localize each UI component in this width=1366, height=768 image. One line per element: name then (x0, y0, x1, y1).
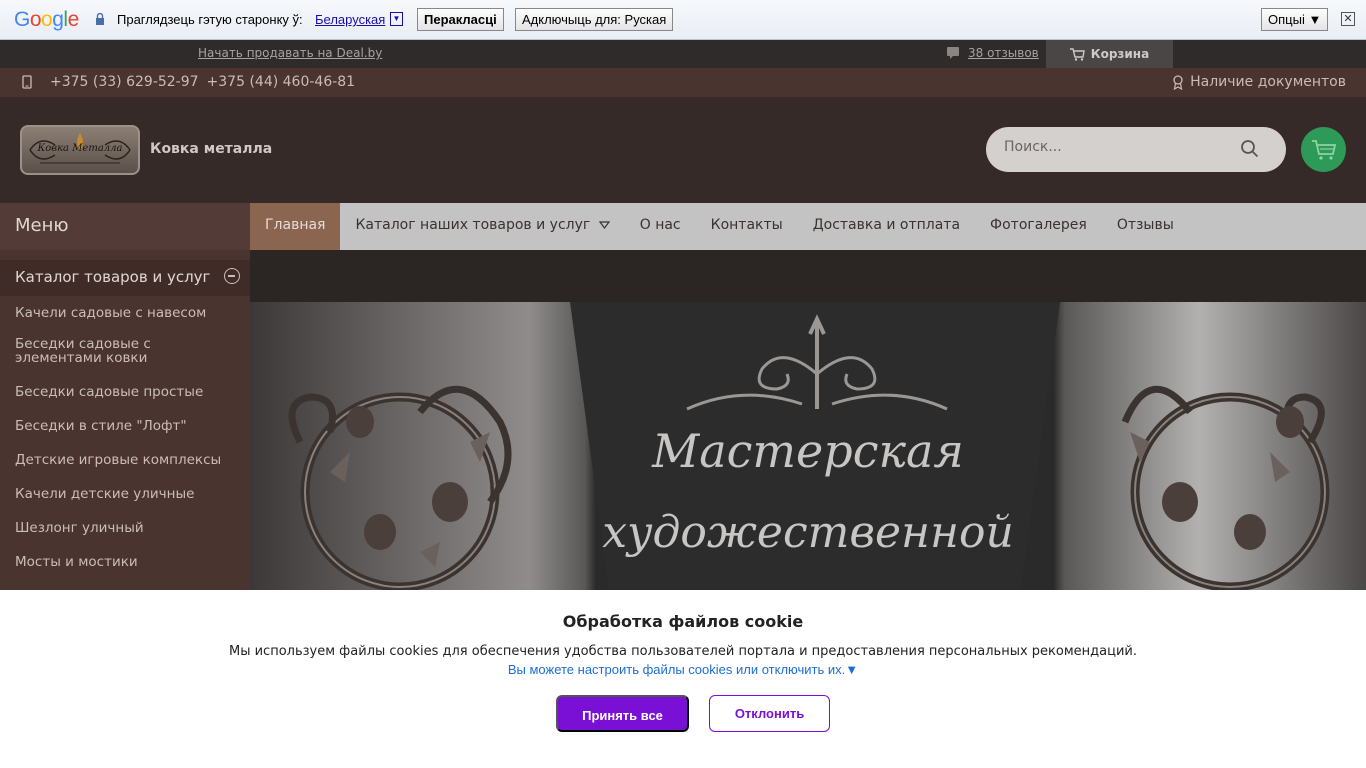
close-icon[interactable]: ✕ (1341, 12, 1355, 26)
start-selling-link[interactable]: Начать продавать на Deal.by (198, 46, 382, 60)
nav-gallery[interactable]: Фотогалерея (975, 203, 1102, 250)
search-box (986, 127, 1286, 172)
cookie-title: Обработка файлов cookie (562, 612, 804, 631)
hero-banner: Мастерская художественной (250, 302, 1366, 590)
cart-icon (1069, 47, 1085, 61)
collapse-icon[interactable] (224, 268, 240, 284)
chevron-down-icon (598, 221, 610, 229)
cookie-banner: Обработка файлов cookie Мы используем фа… (0, 590, 1366, 768)
site-logo[interactable]: Ковка Металла (20, 125, 140, 175)
cookie-description: Мы используем файлы cookies для обеспече… (228, 644, 1137, 659)
sidebar-item[interactable]: Беседки садовые с элементами ковки (0, 329, 180, 373)
cookie-settings-link[interactable]: Вы можете настроить файлы cookies или от… (0, 662, 1366, 677)
sidebar-item[interactable]: Качели садовые с навесом (0, 296, 250, 329)
search-icon[interactable] (1240, 139, 1260, 159)
translate-bar: Google Праглядзець гэтую старонку ў: Бел… (0, 0, 1366, 40)
contact-strip: +375 (33) 629-52-97 +375 (44) 460-46-81 … (0, 68, 1366, 97)
sidebar-item[interactable]: Детские игровые комплексы (0, 443, 250, 477)
translate-prompt: Праглядзець гэтую старонку ў: (117, 12, 303, 27)
main-nav: Главная Каталог наших товаров и услуг О … (250, 203, 1366, 250)
sidebar-menu-title: Меню (0, 203, 250, 250)
disable-translate-button[interactable]: Адключыць для: Руская (515, 8, 674, 31)
nav-home[interactable]: Главная (250, 203, 341, 250)
wrought-iron-ornament-right (1121, 385, 1330, 590)
ornament-scroll-icon (686, 314, 948, 411)
sidebar-catalog-header[interactable]: Каталог товаров и услуг (0, 260, 250, 296)
banner-top-band (250, 250, 1366, 302)
cart-top-button[interactable]: Корзина (1046, 40, 1173, 68)
sidebar-item[interactable]: Беседки садовые простые (0, 373, 250, 409)
reviews-link[interactable]: 38 отзывов (946, 46, 1039, 60)
translate-language-select[interactable]: Беларуская (315, 12, 385, 27)
nav-reviews[interactable]: Отзывы (1102, 203, 1189, 250)
top-strip: Начать продавать на Deal.by 38 отзывов К… (0, 40, 1366, 68)
nav-about[interactable]: О нас (625, 203, 696, 250)
nav-contacts[interactable]: Контакты (696, 203, 798, 250)
catalog-title: Каталог товаров и услуг (15, 268, 211, 286)
award-icon (1173, 74, 1183, 90)
phone-number-1[interactable]: +375 (33) 629-52-97 (50, 74, 199, 90)
phone-number-2[interactable]: +375 (44) 460-46-81 (207, 74, 356, 90)
google-logo: Google (14, 8, 79, 31)
sidebar-item[interactable]: Шезлонг уличный (0, 511, 250, 545)
sidebar-catalog-list: Качели садовые с навесом Беседки садовые… (0, 296, 250, 579)
lock-icon (96, 13, 104, 25)
sidebar-item[interactable]: Качели детские уличные (0, 477, 250, 511)
cart-button[interactable] (1301, 127, 1346, 172)
accept-all-button[interactable]: Принять все (556, 695, 689, 732)
documents-label: Наличие документов (1190, 74, 1346, 90)
sidebar-item[interactable]: Мосты и мостики (0, 545, 250, 579)
shopping-cart-icon (1311, 139, 1336, 160)
logo-text: Ковка Металла (37, 143, 123, 154)
cart-label: Корзина (1090, 47, 1150, 61)
decline-button[interactable]: Отклонить (709, 695, 830, 732)
sidebar-item[interactable]: Беседки в стиле "Лофт" (0, 409, 250, 443)
reviews-count: 38 отзывов (968, 46, 1039, 60)
search-input[interactable] (1004, 139, 1244, 155)
options-button[interactable]: Опцыі ▼ (1261, 8, 1329, 31)
translate-button[interactable]: Перакласці (417, 8, 504, 31)
site-name[interactable]: Ковка металла (150, 141, 272, 157)
nav-catalog-label: Каталог наших товаров и услуг (355, 217, 591, 233)
dropdown-arrow-icon[interactable]: ▼ (390, 12, 403, 26)
comment-icon (947, 47, 959, 59)
documents-link[interactable]: Наличие документов (1172, 74, 1346, 90)
nav-delivery[interactable]: Доставка и отплата (798, 203, 975, 250)
mobile-phone-icon (22, 75, 32, 89)
site-header: Ковка Металла Ковка металла (0, 97, 1366, 203)
nav-catalog[interactable]: Каталог наших товаров и услуг (340, 203, 624, 250)
